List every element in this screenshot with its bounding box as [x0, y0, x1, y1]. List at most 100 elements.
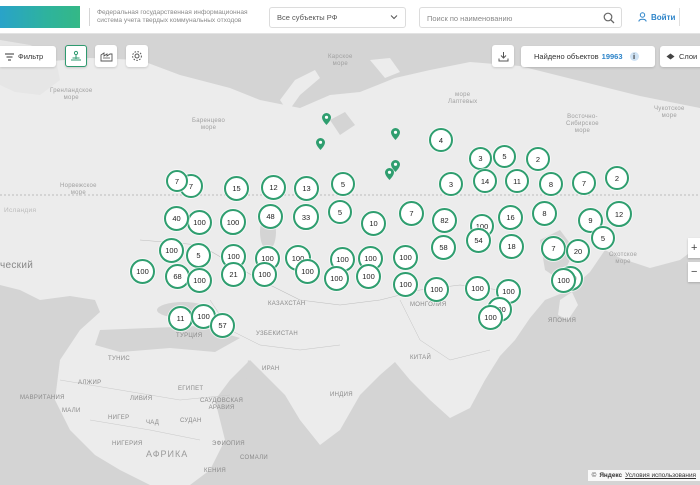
- logo[interactable]: [0, 6, 80, 28]
- map-cluster[interactable]: 2: [605, 166, 629, 190]
- map-label-mauritania: МАВРИТАНИЯ: [20, 395, 65, 401]
- map-label-kazakhstan: КАЗАХСТАН: [268, 301, 306, 307]
- landfill-icon: [71, 50, 81, 61]
- map-cluster[interactable]: 11: [505, 169, 529, 193]
- download-icon: [498, 51, 508, 61]
- map-pin-icon[interactable]: [316, 138, 325, 150]
- map-cluster[interactable]: 2: [526, 147, 550, 171]
- map-cluster[interactable]: 5: [493, 145, 516, 168]
- search-input[interactable]: [427, 12, 597, 24]
- map-cluster[interactable]: 58: [431, 235, 456, 260]
- found-count: 19963: [601, 52, 623, 61]
- layers-button[interactable]: Слои: [660, 46, 700, 67]
- found-label: Найдено объектов: [534, 52, 599, 61]
- map-cluster[interactable]: 7: [166, 170, 188, 192]
- map-cluster[interactable]: 100: [252, 262, 277, 287]
- map-cluster[interactable]: 4: [429, 128, 453, 152]
- map-cluster[interactable]: 3: [439, 172, 463, 196]
- factory-icon: [100, 51, 112, 61]
- map-cluster[interactable]: 8: [532, 201, 557, 226]
- map-provider: Яндекс: [599, 472, 623, 479]
- map-cluster[interactable]: 20: [566, 239, 590, 263]
- map-cluster[interactable]: 82: [432, 208, 457, 233]
- map-cluster[interactable]: 15: [224, 176, 249, 201]
- filter-icon: [5, 53, 14, 60]
- map-cluster[interactable]: 57: [210, 313, 235, 338]
- map-cluster[interactable]: 13: [294, 176, 319, 201]
- map-cluster[interactable]: 100: [478, 305, 503, 330]
- header-divider: [89, 8, 90, 26]
- map-cluster[interactable]: 33: [293, 204, 319, 230]
- map-label-ethiopia: ЭФИОПИЯ: [212, 441, 245, 447]
- map-pin-icon[interactable]: [322, 113, 331, 125]
- map-pin-icon[interactable]: [391, 128, 400, 140]
- map-cluster[interactable]: 5: [331, 172, 355, 196]
- header: Федеральная государственная информационн…: [0, 0, 700, 34]
- map-cluster[interactable]: 10: [361, 211, 386, 236]
- map-cluster[interactable]: 3: [469, 147, 492, 170]
- found-objects-counter: Найдено объектов 19963 i: [521, 46, 655, 67]
- chevron-down-icon: [390, 15, 398, 20]
- map-label-kenya: КЕНИЯ: [204, 468, 226, 474]
- map-label-mongolia: МОНГОЛИЯ: [410, 302, 447, 308]
- map-cluster[interactable]: 7: [541, 236, 566, 261]
- map-cluster[interactable]: 68: [165, 264, 190, 289]
- map-label-saudi-arabia: САУДОВСКАЯ АРАВИЯ: [200, 398, 244, 411]
- landfill-objects-toggle[interactable]: [65, 45, 87, 67]
- map-label-atlantic-partial: ческий: [0, 260, 34, 271]
- map-label-okhotsk-sea: Охотское море: [609, 252, 638, 265]
- map-cluster[interactable]: 100: [295, 259, 320, 284]
- login-button[interactable]: Войти: [638, 9, 675, 25]
- map-label-somalia: СОМАЛИ: [240, 455, 269, 461]
- map-cluster[interactable]: 5: [186, 243, 211, 268]
- map[interactable]: Карское море море Лаптевых Гренландское мор…: [0, 0, 700, 485]
- map-cluster[interactable]: 21: [221, 262, 246, 287]
- map-cluster[interactable]: 5: [328, 200, 352, 224]
- map-label-east-siberian-sea: Восточно- Сибирское море: [566, 114, 599, 134]
- map-cluster[interactable]: 100: [393, 272, 418, 297]
- filter-button[interactable]: Фильтр: [0, 46, 56, 67]
- map-cluster[interactable]: 100: [465, 276, 490, 301]
- map-label-india: ИНДИЯ: [330, 392, 353, 398]
- download-button[interactable]: [492, 45, 514, 67]
- terms-link[interactable]: Условия использования: [625, 472, 696, 479]
- map-cluster[interactable]: 14: [473, 169, 497, 193]
- map-cluster[interactable]: 7: [572, 171, 596, 195]
- search-icon[interactable]: [603, 12, 615, 24]
- map-pin-icon[interactable]: [385, 168, 394, 180]
- map-cluster[interactable]: 18: [499, 234, 524, 259]
- map-cluster[interactable]: 100: [220, 209, 246, 235]
- map-cluster[interactable]: 16: [498, 205, 523, 230]
- map-cluster[interactable]: 100: [324, 266, 349, 291]
- map-label-africa: АФРИКА: [146, 449, 189, 459]
- map-cluster[interactable]: 100: [187, 268, 212, 293]
- map-cluster[interactable]: 11: [168, 306, 193, 331]
- layers-label: Слои: [679, 52, 698, 61]
- map-label-china: КИТАЙ: [410, 355, 432, 361]
- map-cluster[interactable]: 100: [187, 210, 212, 235]
- map-cluster[interactable]: 48: [258, 204, 283, 229]
- map-cluster[interactable]: 100: [356, 264, 381, 289]
- region-select[interactable]: Все субъекты РФ: [269, 7, 406, 28]
- map-label-libya: ЛИВИЯ: [130, 396, 153, 402]
- settings-objects-toggle[interactable]: [126, 45, 148, 67]
- map-cluster[interactable]: 100: [551, 268, 576, 293]
- facility-objects-toggle[interactable]: [95, 45, 117, 67]
- map-cluster[interactable]: 54: [466, 228, 491, 253]
- header-divider-right: [679, 8, 680, 26]
- map-cluster[interactable]: 12: [606, 201, 632, 227]
- zoom-out-button[interactable]: −: [688, 262, 700, 282]
- map-label-chad: ЧАД: [146, 420, 160, 426]
- info-icon[interactable]: i: [629, 52, 639, 61]
- map-cluster[interactable]: 7: [399, 201, 424, 226]
- map-cluster[interactable]: 12: [261, 175, 286, 200]
- map-cluster[interactable]: 5: [591, 226, 615, 250]
- map-cluster[interactable]: 100: [130, 259, 155, 284]
- map-cluster[interactable]: 100: [159, 238, 184, 263]
- map-label-mali: МАЛИ: [62, 408, 81, 414]
- map-cluster[interactable]: 100: [393, 245, 418, 270]
- map-cluster[interactable]: 100: [424, 277, 449, 302]
- zoom-in-button[interactable]: +: [688, 238, 700, 258]
- map-cluster[interactable]: 40: [164, 206, 189, 231]
- map-cluster[interactable]: 8: [539, 172, 563, 196]
